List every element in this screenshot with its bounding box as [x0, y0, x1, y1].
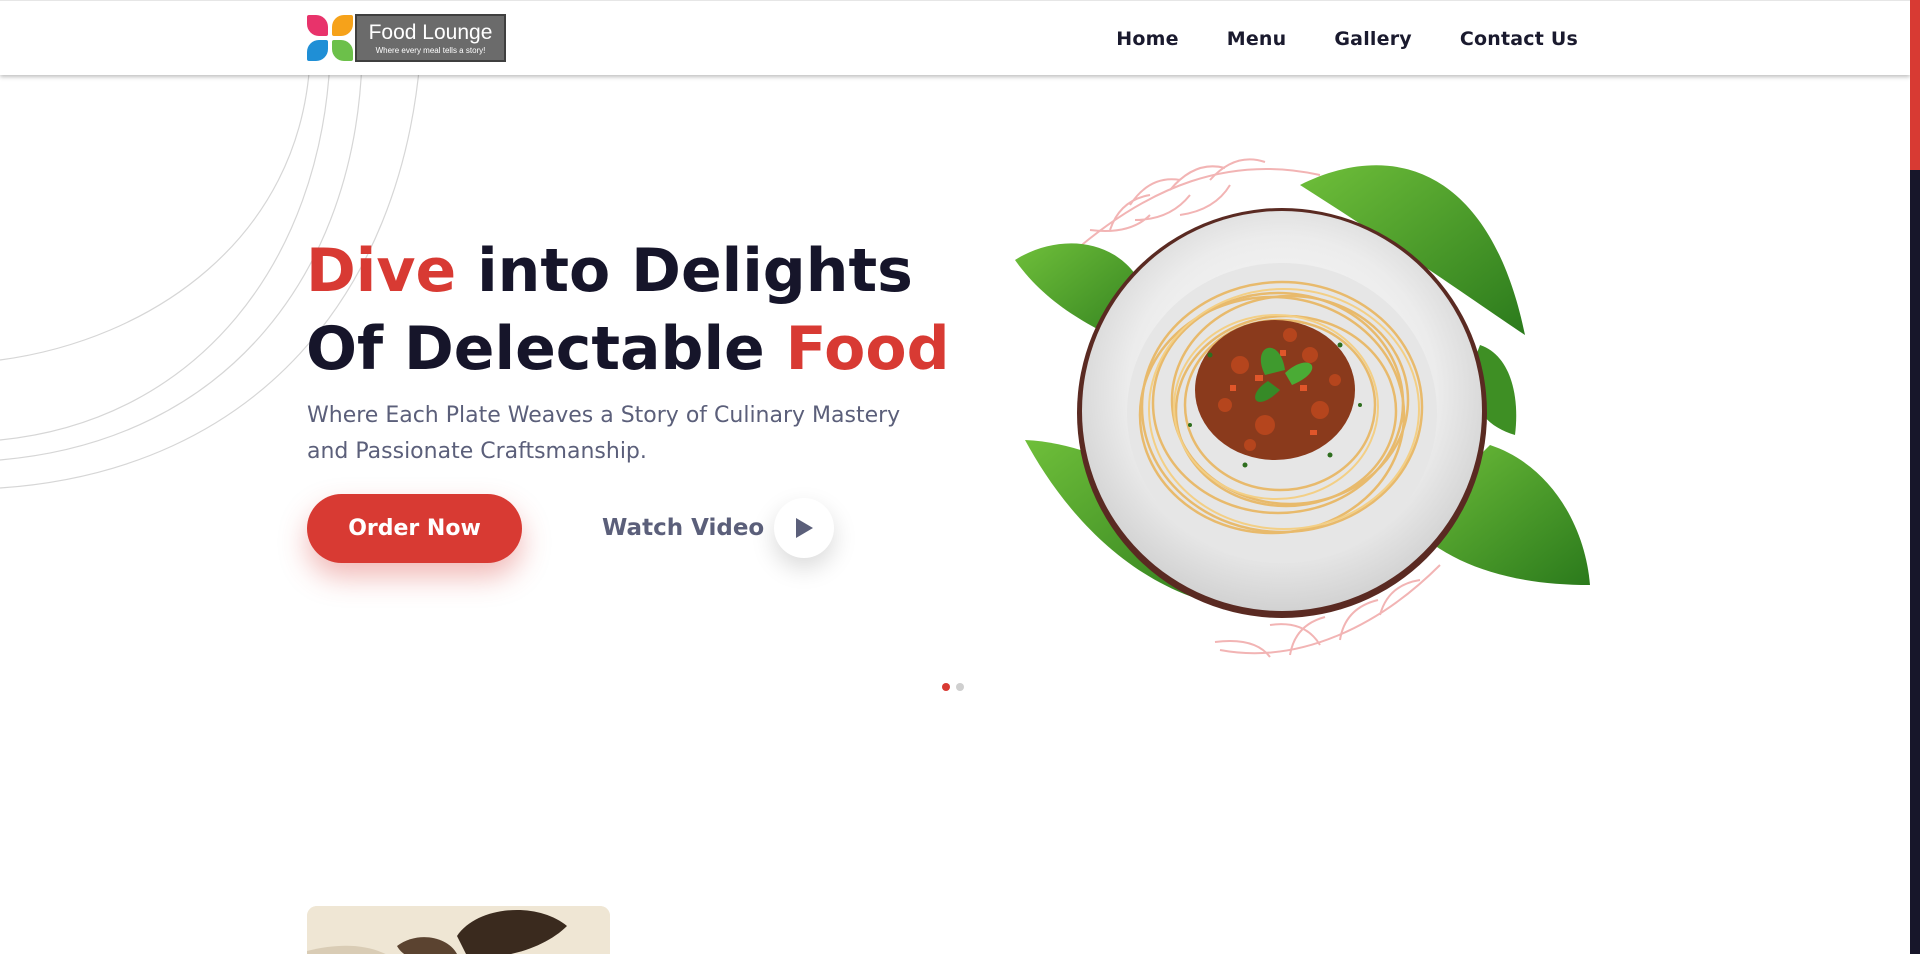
hero-title-line1: into Delights [456, 236, 913, 306]
hero-subtitle-line1: Where Each Plate Weaves a Story of Culin… [307, 403, 901, 428]
nav-menu[interactable]: Menu [1227, 28, 1287, 50]
nav-contact-us[interactable]: Contact Us [1460, 28, 1578, 50]
logo-name: Food Lounge [368, 20, 493, 44]
order-now-button[interactable]: Order Now [307, 494, 522, 563]
nav-home[interactable]: Home [1116, 28, 1178, 50]
logo-text-box: Food Lounge Where every meal tells a sto… [355, 14, 506, 62]
hero-title: Dive into Delights Of Delectable Food [306, 232, 950, 388]
spaghetti-dish-image [1015, 158, 1590, 658]
hero-title-accent-1: Dive [306, 236, 457, 306]
hero-subtitle-line2: and Passionate Craftsmanship. [307, 439, 647, 464]
logo-tagline: Where every meal tells a story! [375, 45, 486, 55]
page-scrollbar[interactable] [1910, 0, 1920, 954]
logo-mark-icon [307, 15, 353, 61]
hero-subtitle: Where Each Plate Weaves a Story of Culin… [307, 398, 947, 470]
food-card-image[interactable] [307, 906, 610, 954]
food-card-photo [307, 906, 610, 954]
logo[interactable]: Food Lounge Where every meal tells a sto… [307, 14, 506, 62]
watch-video-label: Watch Video [602, 515, 765, 541]
play-icon [796, 518, 814, 538]
main-nav: Home Menu Gallery Contact Us [1116, 1, 1578, 76]
slider-pagination [942, 683, 964, 691]
play-button[interactable] [774, 498, 835, 558]
hero-title-accent-2: Food [785, 314, 950, 384]
nav-gallery[interactable]: Gallery [1334, 28, 1411, 50]
scrollbar-thumb[interactable] [1910, 0, 1920, 170]
watch-video-button[interactable]: Watch Video [602, 498, 835, 558]
site-header: Food Lounge Where every meal tells a sto… [0, 0, 1910, 75]
slider-dot-2[interactable] [956, 683, 964, 691]
hero-title-line2: Of Delectable [306, 314, 786, 384]
slider-dot-1[interactable] [942, 683, 950, 691]
